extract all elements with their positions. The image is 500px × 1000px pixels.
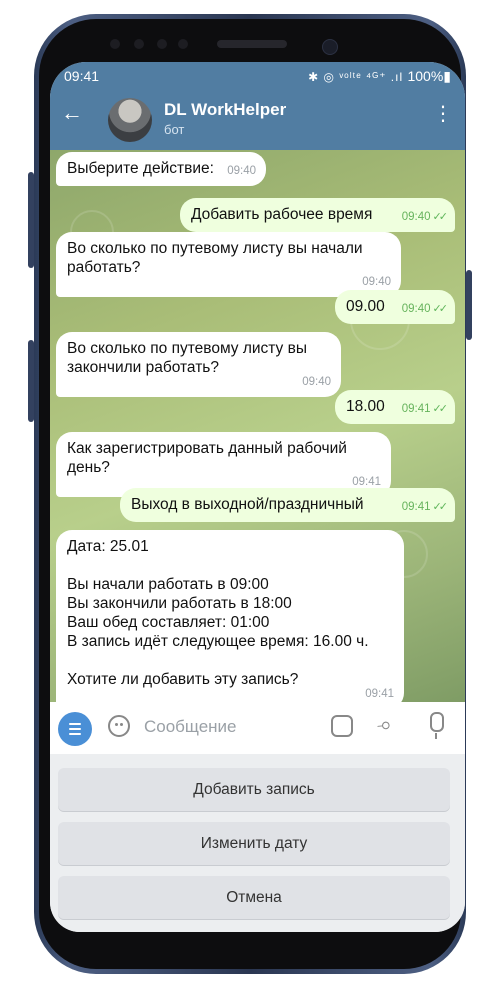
incoming-message[interactable]: Дата: 25.01 Вы начали работать в 09:00 В… xyxy=(56,530,404,702)
message-timestamp: 09:40 xyxy=(302,376,331,388)
incoming-message[interactable]: Во сколько по путевому листу вы закончил… xyxy=(56,332,341,397)
message-timestamp: 09:40 xyxy=(362,276,391,288)
message-timestamp: 09:41 xyxy=(352,476,381,488)
avatar[interactable] xyxy=(108,98,152,142)
incoming-message[interactable]: Выберите действие: 09:40 xyxy=(56,152,266,186)
phone-screen: 09:41 ✱ ◎ ᵛᵒˡᵗᵉ ⁴ᴳ⁺ .ıl 100%▮ ← DL WorkH… xyxy=(50,62,465,932)
front-camera xyxy=(322,39,338,55)
attach-icon[interactable]: ⌕ xyxy=(373,711,400,739)
back-arrow-icon[interactable]: ← xyxy=(60,102,84,124)
outgoing-message[interactable]: 18.00 09:41 ✓✓ xyxy=(335,390,455,424)
double-check-icon: ✓✓ xyxy=(432,501,448,513)
earpiece-speaker xyxy=(217,40,287,48)
message-time: 09:41 ✓✓ xyxy=(401,498,448,517)
outgoing-message[interactable]: 09.00 09:40 ✓✓ xyxy=(335,290,455,324)
power-button xyxy=(466,270,472,340)
status-time: 09:41 xyxy=(64,68,100,84)
sensor-dot xyxy=(110,39,120,49)
sensor-dot xyxy=(178,39,188,49)
message-text: Во сколько по путевому листу вы начали р… xyxy=(67,240,363,276)
volume-up-button xyxy=(28,172,34,268)
double-check-icon: ✓✓ xyxy=(432,303,448,315)
message-text: 18.00 xyxy=(346,398,385,415)
more-menu-icon[interactable]: ⋮ xyxy=(433,104,453,124)
message-timestamp: 09:40 xyxy=(227,165,256,177)
outgoing-message[interactable]: Добавить рабочее время 09:40 ✓✓ xyxy=(180,198,455,232)
message-time: 09:41 ✓✓ xyxy=(401,400,448,419)
outgoing-message[interactable]: Выход в выходной/праздничный 09:41 ✓✓ xyxy=(120,488,455,522)
emoji-icon[interactable] xyxy=(108,715,130,737)
message-text: 09.00 xyxy=(346,298,385,315)
double-check-icon: ✓✓ xyxy=(432,403,448,415)
message-timestamp: 09:40 xyxy=(401,211,431,223)
message-timestamp: 09:41 xyxy=(365,688,394,700)
bot-reply-keyboard: Добавить запись Изменить дату Отмена xyxy=(50,754,465,932)
message-timestamp: 09:41 xyxy=(401,501,431,513)
signal-icons: ✱ ◎ ᵛᵒˡᵗᵉ ⁴ᴳ⁺ .ıl xyxy=(308,70,404,84)
cancel-button[interactable]: Отмена xyxy=(58,876,450,919)
sticker-keyboard-icon[interactable] xyxy=(331,715,353,737)
message-text: Как зарегистрировать данный рабочий день… xyxy=(67,440,347,476)
message-time: 09:41 xyxy=(365,685,394,702)
message-text: Выберите действие: xyxy=(67,160,214,177)
status-bar: 09:41 ✱ ◎ ᵛᵒˡᵗᵉ ⁴ᴳ⁺ .ıl 100%▮ xyxy=(50,62,465,90)
message-text: Во сколько по путевому листу вы закончил… xyxy=(67,340,307,376)
volume-down-button xyxy=(28,340,34,422)
sensor-dot xyxy=(134,39,144,49)
incoming-message[interactable]: Во сколько по путевому листу вы начали р… xyxy=(56,232,401,297)
message-time: 09:40 ✓✓ xyxy=(401,208,448,227)
message-text: Добавить рабочее время xyxy=(191,206,373,223)
microphone-icon[interactable] xyxy=(430,712,444,739)
change-date-button[interactable]: Изменить дату xyxy=(58,822,450,865)
chat-subtitle: бот xyxy=(164,122,185,137)
message-text: Выход в выходной/праздничный xyxy=(131,496,364,513)
message-composer: Сообщение ⌕ xyxy=(50,702,465,754)
status-icons: ✱ ◎ ᵛᵒˡᵗᵉ ⁴ᴳ⁺ .ıl 100%▮ xyxy=(308,68,451,85)
message-list[interactable]: Выберите действие: 09:40 Добавить рабочее … xyxy=(50,150,465,702)
message-text: Дата: 25.01 Вы начали работать в 09:00 В… xyxy=(67,538,369,688)
message-input[interactable]: Сообщение xyxy=(144,717,237,737)
chat-title[interactable]: DL WorkHelper xyxy=(164,100,286,120)
chat-header: 09:41 ✱ ◎ ᵛᵒˡᵗᵉ ⁴ᴳ⁺ .ıl 100%▮ ← DL WorkH… xyxy=(50,62,465,150)
message-timestamp: 09:41 xyxy=(401,403,431,415)
add-record-button[interactable]: Добавить запись xyxy=(58,768,450,811)
sensor-dot xyxy=(157,39,167,49)
message-time: 09:40 ✓✓ xyxy=(401,300,448,319)
battery-icon: 100%▮ xyxy=(407,68,451,84)
double-check-icon: ✓✓ xyxy=(432,211,448,223)
message-time: 09:40 xyxy=(227,162,256,181)
bot-keyboard-icon[interactable] xyxy=(58,712,92,746)
message-timestamp: 09:40 xyxy=(401,303,431,315)
message-time: 09:40 xyxy=(302,373,331,392)
